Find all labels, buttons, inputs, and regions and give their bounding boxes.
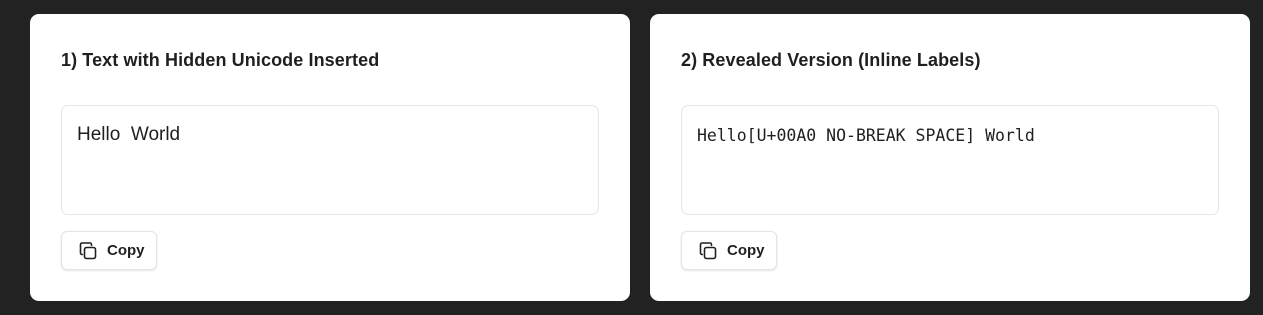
revealed-text-box[interactable]: Hello[U+00A0 NO-BREAK SPACE] World <box>681 105 1219 215</box>
copy-button[interactable]: Copy <box>681 231 777 270</box>
copy-icon <box>698 241 718 261</box>
panel-title: 2) Revealed Version (Inline Labels) <box>681 50 981 70</box>
hidden-unicode-text-box[interactable]: Hello World <box>61 105 599 215</box>
hidden-unicode-panel: 1) Text with Hidden Unicode Inserted Hel… <box>30 14 630 301</box>
panel-title: 1) Text with Hidden Unicode Inserted <box>61 50 380 70</box>
copy-label: Copy <box>727 242 765 259</box>
revealed-version-panel: 2) Revealed Version (Inline Labels) Hell… <box>650 14 1250 301</box>
copy-icon <box>78 241 98 261</box>
copy-label: Copy <box>107 242 145 259</box>
copy-button[interactable]: Copy <box>61 231 157 270</box>
